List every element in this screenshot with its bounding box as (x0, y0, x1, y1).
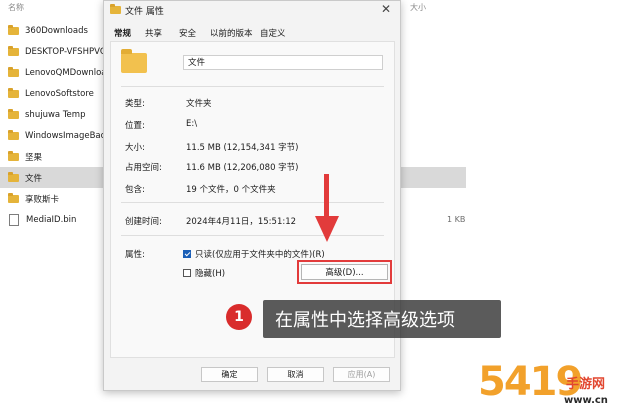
file-size: 1 KB (447, 215, 466, 224)
tab-previous-versions[interactable]: 以前的版本 (210, 27, 253, 39)
column-name-header[interactable]: 名称 (8, 2, 24, 13)
folder-icon (8, 171, 19, 182)
close-icon[interactable]: ✕ (381, 2, 391, 16)
cancel-button[interactable]: 取消 (267, 367, 324, 382)
size-on-disk-value: 11.6 MB (12,206,080 字节) (186, 163, 299, 173)
hidden-checkbox-label[interactable]: 隐藏(H) (195, 267, 225, 279)
size-label: 大小: (125, 143, 145, 153)
dialog-titlebar[interactable]: 文件 属性 ✕ (104, 1, 400, 19)
size-value: 11.5 MB (12,154,341 字节) (186, 143, 299, 153)
folder-icon (8, 108, 19, 119)
instruction-callout: 在属性中选择高级选项 (263, 300, 501, 338)
divider (121, 86, 384, 87)
created-value: 2024年4月11日，15:51:12 (186, 217, 297, 227)
tab-security[interactable]: 安全 (179, 27, 196, 39)
instruction-text: 在属性中选择高级选项 (275, 310, 455, 331)
tab-sharing[interactable]: 共享 (145, 27, 162, 39)
divider (121, 235, 384, 236)
folder-icon (8, 87, 19, 98)
folder-icon (8, 45, 19, 56)
folder-icon (121, 49, 147, 73)
readonly-checkbox-label[interactable]: 只读(仅应用于文件夹中的文件)(R) (195, 248, 325, 260)
dialog-title: 文件 属性 (125, 7, 164, 17)
column-size-header[interactable]: 大小 (410, 2, 426, 13)
folder-icon (8, 192, 19, 203)
divider (121, 202, 384, 203)
location-label: 位置: (125, 121, 145, 131)
folder-icon (8, 66, 19, 77)
created-label: 创建时间: (125, 217, 162, 227)
advanced-button[interactable]: 高级(D)... (301, 264, 388, 280)
size-on-disk-label: 占用空间: (125, 163, 162, 173)
step-badge: 1 (226, 304, 252, 330)
down-arrow-icon (315, 174, 339, 242)
watermark-site-name: 手游网 (566, 377, 606, 392)
ok-button[interactable]: 确定 (201, 367, 258, 382)
readonly-checkbox[interactable] (183, 250, 191, 258)
contains-label: 包含: (125, 185, 145, 195)
watermark-url: www.cn (564, 395, 608, 406)
type-value: 文件夹 (186, 99, 212, 109)
folder-icon (110, 4, 121, 14)
folder-icon (8, 24, 19, 35)
apply-button[interactable]: 应用(A) (333, 367, 390, 382)
folder-name-field[interactable]: 文件 (183, 55, 383, 70)
location-value: E:\ (186, 119, 198, 129)
contains-value: 19 个文件，0 个文件夹 (186, 185, 276, 195)
tab-customize[interactable]: 自定义 (260, 27, 286, 39)
tab-general[interactable]: 常规 (114, 27, 131, 39)
folder-icon (8, 150, 19, 161)
file-icon (9, 213, 19, 226)
attributes-label: 属性: (125, 250, 145, 260)
site-watermark: 5419 手游网 www.cn (470, 355, 627, 417)
tab-bar: 常规 共享 安全 以前的版本 自定义 (104, 25, 400, 41)
folder-icon (8, 129, 19, 140)
hidden-checkbox[interactable] (183, 269, 191, 277)
type-label: 类型: (125, 99, 145, 109)
